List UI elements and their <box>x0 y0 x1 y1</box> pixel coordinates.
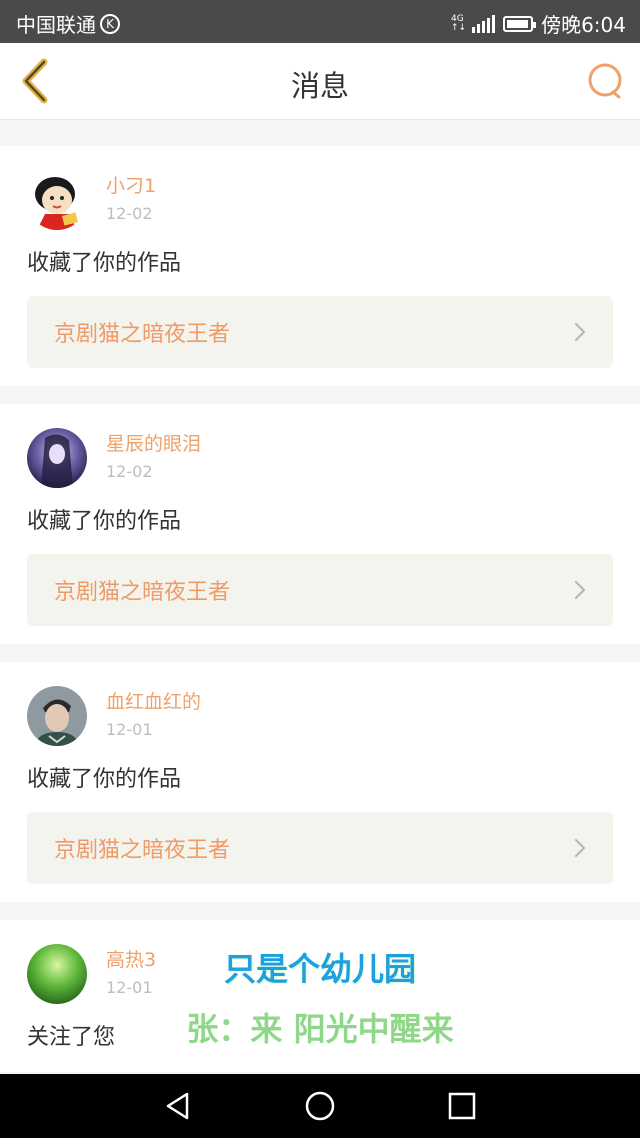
circle-home-icon <box>305 1091 335 1121</box>
user-row: 血红血红的 12-01 <box>27 684 613 748</box>
work-link[interactable]: 京剧猫之暗夜王者 <box>27 812 613 884</box>
chevron-right-icon <box>574 838 586 858</box>
action-text: 收藏了你的作品 <box>27 251 182 276</box>
square-recent-icon <box>448 1092 476 1120</box>
nav-home-button[interactable] <box>304 1090 336 1122</box>
user-row: 小刁1 12-02 <box>27 168 613 232</box>
subtitle-line-2: 张：来 阳光中醒来 <box>186 1010 454 1048</box>
subtitle-line-1: 只是个幼儿园 <box>223 950 416 988</box>
message-list[interactable]: 小刁1 12-02 收藏了你的作品 京剧猫之暗夜王者 星辰的眼泪 12-02 收… <box>0 128 640 1074</box>
page-title: 消息 <box>290 69 349 103</box>
username[interactable]: 血红血红的 <box>106 689 201 715</box>
username[interactable]: 小刁1 <box>106 173 156 199</box>
clock: 傍晚6:04 <box>541 13 626 37</box>
message-card: 小刁1 12-02 收藏了你的作品 京剧猫之暗夜王者 <box>0 146 640 386</box>
avatar[interactable] <box>27 686 87 746</box>
app-header: 消息 <box>0 43 640 120</box>
work-link[interactable]: 京剧猫之暗夜王者 <box>27 554 613 626</box>
network-type-icon: 4G ↑↓ <box>450 13 467 33</box>
search-icon <box>588 63 622 99</box>
action-text: 收藏了你的作品 <box>27 509 182 534</box>
message-date: 12-02 <box>106 462 153 481</box>
status-indicators: 4G ↑↓ 傍晚6:04 <box>451 9 626 38</box>
battery-icon <box>503 15 537 32</box>
search-button[interactable] <box>586 61 626 101</box>
chevron-right-icon <box>574 322 586 342</box>
carrier-info: 中国联通 K <box>16 9 120 38</box>
work-link[interactable]: 京剧猫之暗夜王者 <box>27 296 613 368</box>
carrier-badge-icon: K <box>100 13 120 34</box>
status-bar: 中国联通 K 4G ↑↓ 傍晚6:04 <box>0 0 640 43</box>
work-title: 京剧猫之暗夜王者 <box>54 322 231 347</box>
chevron-right-icon <box>574 580 586 600</box>
triangle-back-icon <box>166 1092 189 1120</box>
avatar[interactable] <box>27 170 87 230</box>
signal-icon <box>472 14 496 33</box>
avatar[interactable] <box>27 428 87 488</box>
system-nav-bar <box>0 1074 640 1138</box>
nav-back-button[interactable] <box>162 1090 194 1122</box>
message-card: 血红血红的 12-01 收藏了你的作品 京剧猫之暗夜王者 <box>0 662 640 902</box>
message-date: 12-02 <box>106 204 153 223</box>
work-title: 京剧猫之暗夜王者 <box>54 838 231 863</box>
message-date: 12-01 <box>106 720 153 739</box>
message-card: 星辰的眼泪 12-02 收藏了你的作品 京剧猫之暗夜王者 <box>0 404 640 644</box>
nav-recent-button[interactable] <box>446 1090 478 1122</box>
action-text: 收藏了你的作品 <box>27 767 182 792</box>
carrier-name: 中国联通 <box>16 13 96 37</box>
user-row: 星辰的眼泪 12-02 <box>27 426 613 490</box>
username[interactable]: 星辰的眼泪 <box>106 431 201 457</box>
work-title: 京剧猫之暗夜王者 <box>54 580 231 605</box>
